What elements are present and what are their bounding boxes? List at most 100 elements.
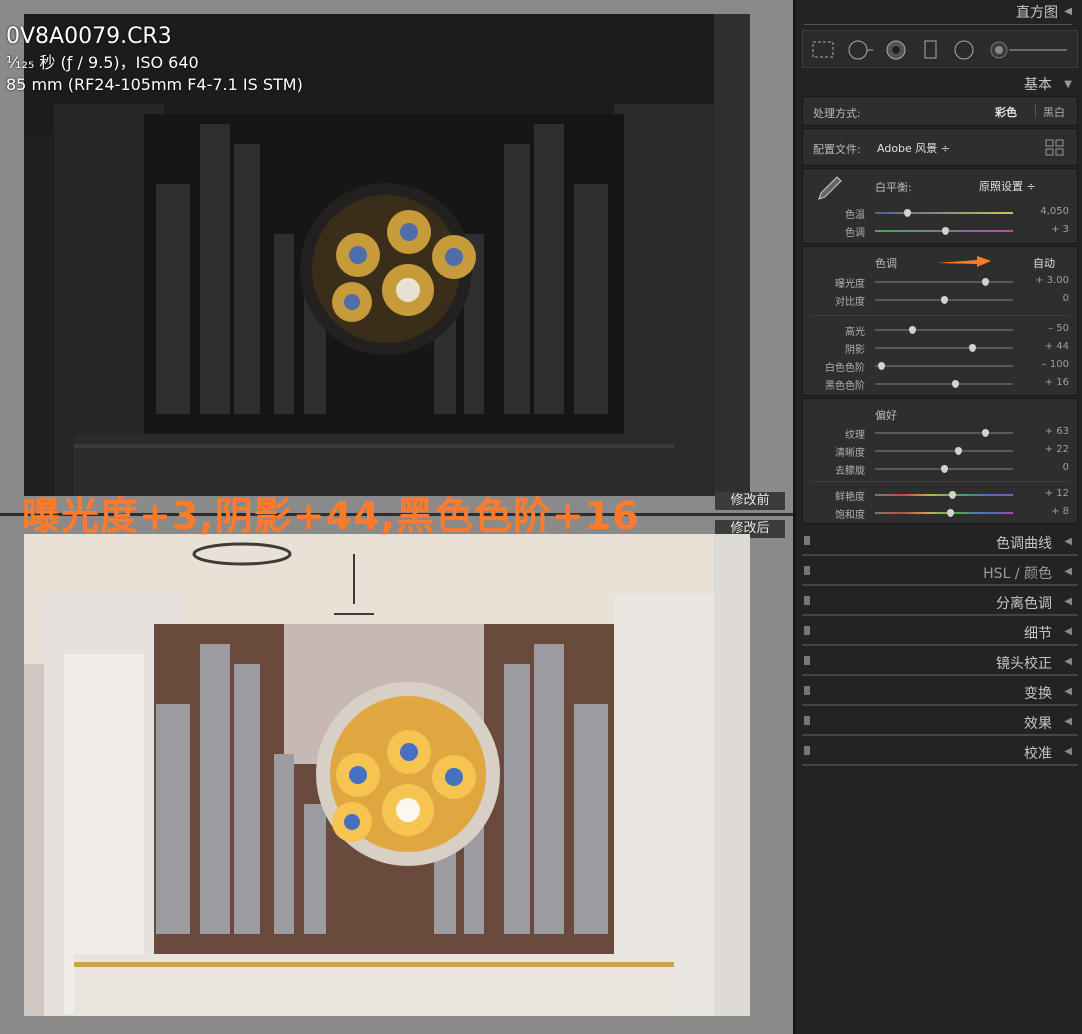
image-comparison-area: 0V8A0079.CR3 ¹⁄₁₂₅ 秒 (ƒ / 9.5)，ISO 640 8… xyxy=(0,0,793,1034)
section-title: 分离色调 xyxy=(996,596,1052,612)
whites-value[interactable]: – 100 xyxy=(1042,359,1069,370)
blacks-thumb[interactable] xyxy=(952,380,960,388)
vibrance-track[interactable] xyxy=(875,494,1013,496)
texture-label: 纹理 xyxy=(845,430,865,441)
profile-browser-icon[interactable] xyxy=(1045,139,1065,157)
expand-icon[interactable]: ◀ xyxy=(1064,596,1072,607)
split-toning-section[interactable]: 分离色调 ◀ xyxy=(802,588,1078,616)
section-title: 色调曲线 xyxy=(996,536,1052,552)
expand-icon[interactable]: ◀ xyxy=(1064,626,1072,637)
whites-thumb[interactable] xyxy=(877,362,885,370)
white-balance-section: 白平衡: 原照设置 ÷ 色温 4,050 色调 + 3 xyxy=(802,168,1078,244)
spot-removal-icon[interactable] xyxy=(847,40,875,60)
lens-corrections-section[interactable]: 镜头校正 ◀ xyxy=(802,648,1078,676)
tint-value[interactable]: + 3 xyxy=(1051,224,1069,235)
exposure-thumb[interactable] xyxy=(982,278,990,286)
blacks-track[interactable] xyxy=(875,383,1013,385)
saturation-track[interactable] xyxy=(875,512,1013,514)
radial-filter-icon[interactable] xyxy=(953,40,975,60)
wb-dropdown[interactable]: 原照设置 ÷ xyxy=(979,178,1036,194)
profile-row: 配置文件: Adobe 风景 ÷ xyxy=(802,128,1078,166)
saturation-value[interactable]: + 8 xyxy=(1051,506,1069,517)
dehaze-thumb[interactable] xyxy=(941,465,948,473)
texture-track[interactable] xyxy=(875,432,1013,434)
shadows-label: 阴影 xyxy=(845,345,865,356)
expand-icon[interactable]: ◀ xyxy=(1064,746,1072,757)
presence-label: 偏好 xyxy=(875,409,897,422)
expand-icon[interactable]: ◀ xyxy=(1064,536,1072,547)
tone-separator xyxy=(811,315,1069,316)
toggle-switch[interactable] xyxy=(804,626,810,635)
texture-thumb[interactable] xyxy=(982,429,990,437)
adjustment-brush-icon[interactable] xyxy=(989,40,1069,60)
histogram-divider xyxy=(804,24,1072,25)
effects-section[interactable]: 效果 ◀ xyxy=(802,708,1078,736)
clarity-thumb[interactable] xyxy=(954,447,962,455)
blacks-value[interactable]: + 16 xyxy=(1045,377,1069,388)
temp-value[interactable]: 4,050 xyxy=(1040,206,1069,217)
section-title: 效果 xyxy=(1024,716,1052,732)
toggle-switch[interactable] xyxy=(804,716,810,725)
temp-label: 色温 xyxy=(845,210,865,221)
texture-value[interactable]: + 63 xyxy=(1045,426,1069,437)
shadows-value[interactable]: + 44 xyxy=(1045,341,1069,352)
presence-separator xyxy=(811,481,1069,482)
develop-panel: 直方图 ◀ 基本 ▼ 处理方式: 彩色 黑白 配置文件: Adobe 风景 ÷ … xyxy=(793,0,1082,1034)
detail-section[interactable]: 细节 ◀ xyxy=(802,618,1078,646)
highlights-thumb[interactable] xyxy=(909,326,917,334)
graduated-filter-icon[interactable] xyxy=(923,40,939,60)
basic-collapse-icon[interactable]: ▼ xyxy=(1064,79,1072,90)
shadows-track[interactable] xyxy=(875,347,1013,349)
contrast-value[interactable]: 0 xyxy=(1063,293,1069,304)
toggle-switch[interactable] xyxy=(804,746,810,755)
shadows-thumb[interactable] xyxy=(968,344,976,352)
wb-label: 白平衡: xyxy=(875,181,912,194)
toggle-switch[interactable] xyxy=(804,566,810,575)
vibrance-thumb[interactable] xyxy=(949,491,957,499)
presence-section: 偏好 纹理 + 63 清晰度 + 22 去朦胧 0 鲜艳度 + 12 饱和度 +… xyxy=(802,398,1078,524)
treatment-color-button[interactable]: 彩色 xyxy=(995,104,1017,120)
eyedropper-icon[interactable] xyxy=(813,173,845,203)
tone-label: 色调 xyxy=(875,257,897,270)
clarity-value[interactable]: + 22 xyxy=(1045,444,1069,455)
dehaze-value[interactable]: 0 xyxy=(1063,462,1069,473)
exposure-track[interactable] xyxy=(875,281,1013,283)
expand-icon[interactable]: ◀ xyxy=(1064,566,1072,577)
tool-strip xyxy=(802,30,1078,68)
whites-track[interactable] xyxy=(875,365,1013,367)
hsl-color-section[interactable]: HSL / 颜色 ◀ xyxy=(802,558,1078,586)
expand-icon[interactable]: ◀ xyxy=(1064,656,1072,667)
photo-after xyxy=(24,534,750,1016)
exposure-value[interactable]: + 3.00 xyxy=(1035,275,1069,286)
contrast-thumb[interactable] xyxy=(941,296,948,304)
histogram-collapse-icon[interactable]: ◀ xyxy=(1064,6,1072,17)
expand-icon[interactable]: ◀ xyxy=(1064,716,1072,727)
histogram-title[interactable]: 直方图 xyxy=(1016,2,1058,22)
annotation-text: 曝光度+3,阴影+44,黑色色阶+16 xyxy=(22,494,640,538)
vibrance-value[interactable]: + 12 xyxy=(1045,488,1069,499)
expand-icon[interactable]: ◀ xyxy=(1064,686,1072,697)
treatment-bw-button[interactable]: 黑白 xyxy=(1043,104,1065,120)
crop-icon[interactable] xyxy=(811,40,837,60)
tone-curve-section[interactable]: 色调曲线 ◀ xyxy=(802,528,1078,556)
clarity-track[interactable] xyxy=(875,450,1013,452)
toggle-switch[interactable] xyxy=(804,686,810,695)
highlights-track[interactable] xyxy=(875,329,1013,331)
red-eye-icon[interactable] xyxy=(885,40,907,60)
section-title: 细节 xyxy=(1024,626,1052,642)
profile-dropdown[interactable]: Adobe 风景 ÷ xyxy=(877,140,950,156)
highlights-value[interactable]: – 50 xyxy=(1048,323,1069,334)
temp-track[interactable] xyxy=(875,212,1013,214)
saturation-thumb[interactable] xyxy=(946,509,954,517)
vibrance-label: 鲜艳度 xyxy=(835,492,865,503)
toggle-switch[interactable] xyxy=(804,656,810,665)
toggle-switch[interactable] xyxy=(804,536,810,545)
transform-section[interactable]: 变换 ◀ xyxy=(802,678,1078,706)
calibration-section[interactable]: 校准 ◀ xyxy=(802,738,1078,766)
auto-tone-button[interactable]: 自动 xyxy=(1033,255,1055,271)
tint-thumb[interactable] xyxy=(942,227,950,235)
temp-thumb[interactable] xyxy=(903,209,911,217)
basic-title[interactable]: 基本 xyxy=(1024,74,1052,94)
toggle-switch[interactable] xyxy=(804,596,810,605)
clarity-label: 清晰度 xyxy=(835,448,865,459)
